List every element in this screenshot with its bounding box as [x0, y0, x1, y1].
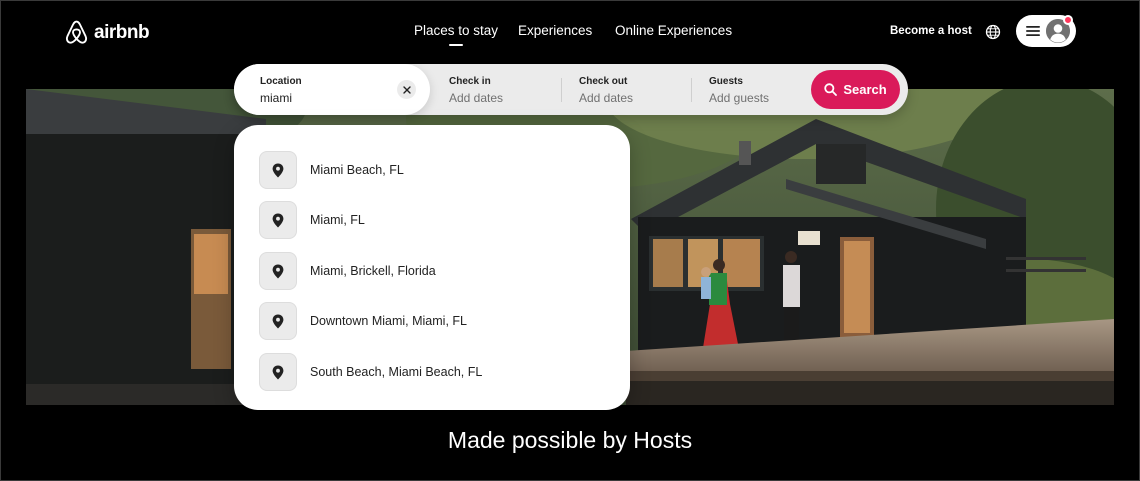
check-out-field[interactable]: Check out Add dates — [562, 64, 690, 115]
map-pin-icon — [259, 151, 297, 189]
map-pin-icon — [259, 353, 297, 391]
map-pin-icon — [259, 201, 297, 239]
guests-label: Guests — [709, 76, 743, 87]
tab-online-experiences[interactable]: Online Experiences — [615, 23, 732, 38]
suggestion-item[interactable]: South Beach, Miami Beach, FL — [259, 352, 609, 392]
guests-field[interactable]: Guests Add guests — [692, 64, 810, 115]
globe-icon[interactable] — [985, 24, 1001, 40]
search-button-label: Search — [843, 82, 887, 97]
search-icon — [824, 83, 838, 96]
clear-location-button[interactable] — [397, 80, 416, 99]
location-input[interactable] — [260, 90, 390, 106]
hamburger-menu-icon — [1026, 25, 1040, 37]
suggestion-item[interactable]: Miami, FL — [259, 200, 609, 240]
suggestion-label: South Beach, Miami Beach, FL — [310, 365, 483, 379]
suggestion-item[interactable]: Miami Beach, FL — [259, 150, 609, 190]
check-in-placeholder: Add dates — [449, 91, 504, 105]
tab-places-to-stay[interactable]: Places to stay — [414, 23, 498, 38]
location-label: Location — [260, 76, 302, 87]
map-pin-icon — [259, 302, 297, 340]
suggestion-item[interactable]: Downtown Miami, Miami, FL — [259, 301, 609, 341]
map-pin-icon — [259, 252, 297, 290]
check-out-placeholder: Add dates — [579, 91, 634, 105]
check-in-field[interactable]: Check in Add dates — [432, 64, 560, 115]
notification-badge — [1063, 15, 1073, 25]
check-out-label: Check out — [579, 76, 628, 87]
become-a-host-link[interactable]: Become a host — [890, 25, 972, 37]
suggestion-label: Downtown Miami, Miami, FL — [310, 314, 467, 328]
location-suggestions-dropdown: Miami Beach, FL Miami, FL Miami, Brickel… — [234, 125, 630, 410]
suggestion-label: Miami Beach, FL — [310, 163, 404, 177]
suggestion-label: Miami, Brickell, Florida — [310, 264, 436, 278]
suggestion-item[interactable]: Miami, Brickell, Florida — [259, 251, 609, 291]
close-icon — [402, 85, 411, 94]
search-bar: Location Check in Add dates Check out Ad… — [234, 64, 908, 115]
suggestion-label: Miami, FL — [310, 213, 365, 227]
location-field[interactable]: Location — [234, 64, 430, 115]
tab-experiences[interactable]: Experiences — [518, 23, 592, 38]
search-button[interactable]: Search — [811, 70, 900, 109]
check-in-label: Check in — [449, 76, 491, 87]
hero-tagline: Made possible by Hosts — [447, 427, 693, 453]
guests-placeholder: Add guests — [709, 91, 770, 105]
